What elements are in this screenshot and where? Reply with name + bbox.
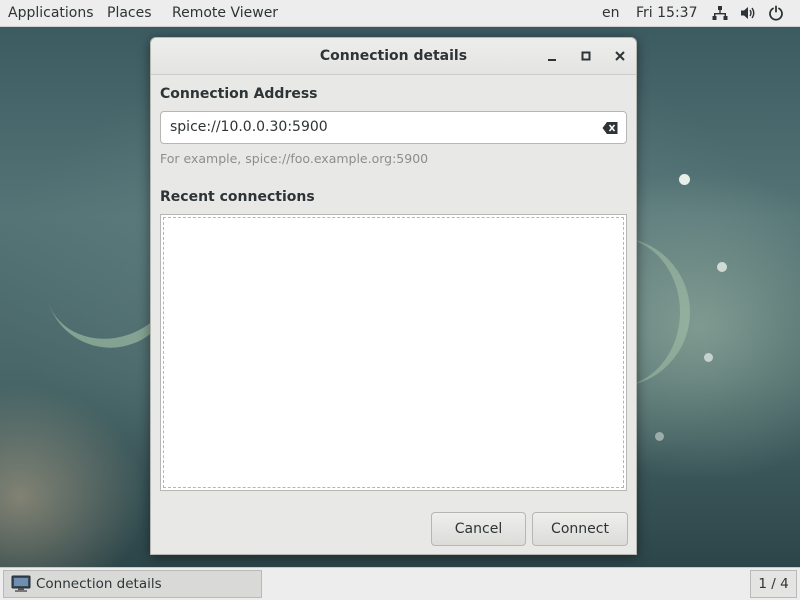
wallpaper-dot xyxy=(717,262,727,272)
power-icon[interactable] xyxy=(768,5,784,21)
connection-address-label: Connection Address xyxy=(160,86,318,102)
taskbar-item-label: Connection details xyxy=(36,576,162,592)
dialog-title: Connection details xyxy=(319,48,468,64)
connection-address-value[interactable]: spice://10.0.0.30:5900 xyxy=(170,112,328,143)
bottom-taskbar: Connection details 1 / 4 xyxy=(0,567,800,600)
screen: Applications Places Remote Viewer en Fri… xyxy=(0,0,800,600)
wallpaper-dot xyxy=(679,174,690,185)
top-bar: Applications Places Remote Viewer en Fri… xyxy=(0,0,800,27)
connect-button[interactable]: Connect xyxy=(532,512,628,546)
connection-address-hint: For example, spice://foo.example.org:590… xyxy=(160,151,429,166)
maximize-icon[interactable] xyxy=(578,48,594,64)
minimize-icon[interactable] xyxy=(544,48,560,64)
connection-details-dialog: Connection details Connection Address sp… xyxy=(150,37,637,555)
applications-menu[interactable]: Applications xyxy=(8,0,94,26)
clear-text-icon[interactable] xyxy=(602,121,618,135)
close-icon[interactable] xyxy=(612,48,628,64)
language-indicator[interactable]: en xyxy=(602,0,620,26)
wallpaper-dot xyxy=(704,353,713,362)
wallpaper-dot xyxy=(655,432,664,441)
remote-viewer-menu[interactable]: Remote Viewer xyxy=(172,0,278,26)
remote-viewer-icon xyxy=(11,575,31,592)
dialog-titlebar[interactable]: Connection details xyxy=(151,38,636,75)
recent-connections-label: Recent connections xyxy=(160,189,315,205)
taskbar-item-connection-details[interactable]: Connection details xyxy=(3,570,262,598)
volume-icon[interactable] xyxy=(740,5,756,21)
connection-address-input[interactable]: spice://10.0.0.30:5900 xyxy=(160,111,627,144)
recent-connections-list-frame xyxy=(163,217,624,488)
clock[interactable]: Fri 15:37 xyxy=(636,0,697,26)
recent-connections-list[interactable] xyxy=(160,214,627,491)
workspace-indicator[interactable]: 1 / 4 xyxy=(750,570,797,598)
places-menu[interactable]: Places xyxy=(107,0,152,26)
cancel-button[interactable]: Cancel xyxy=(431,512,526,546)
network-icon[interactable] xyxy=(712,5,728,21)
